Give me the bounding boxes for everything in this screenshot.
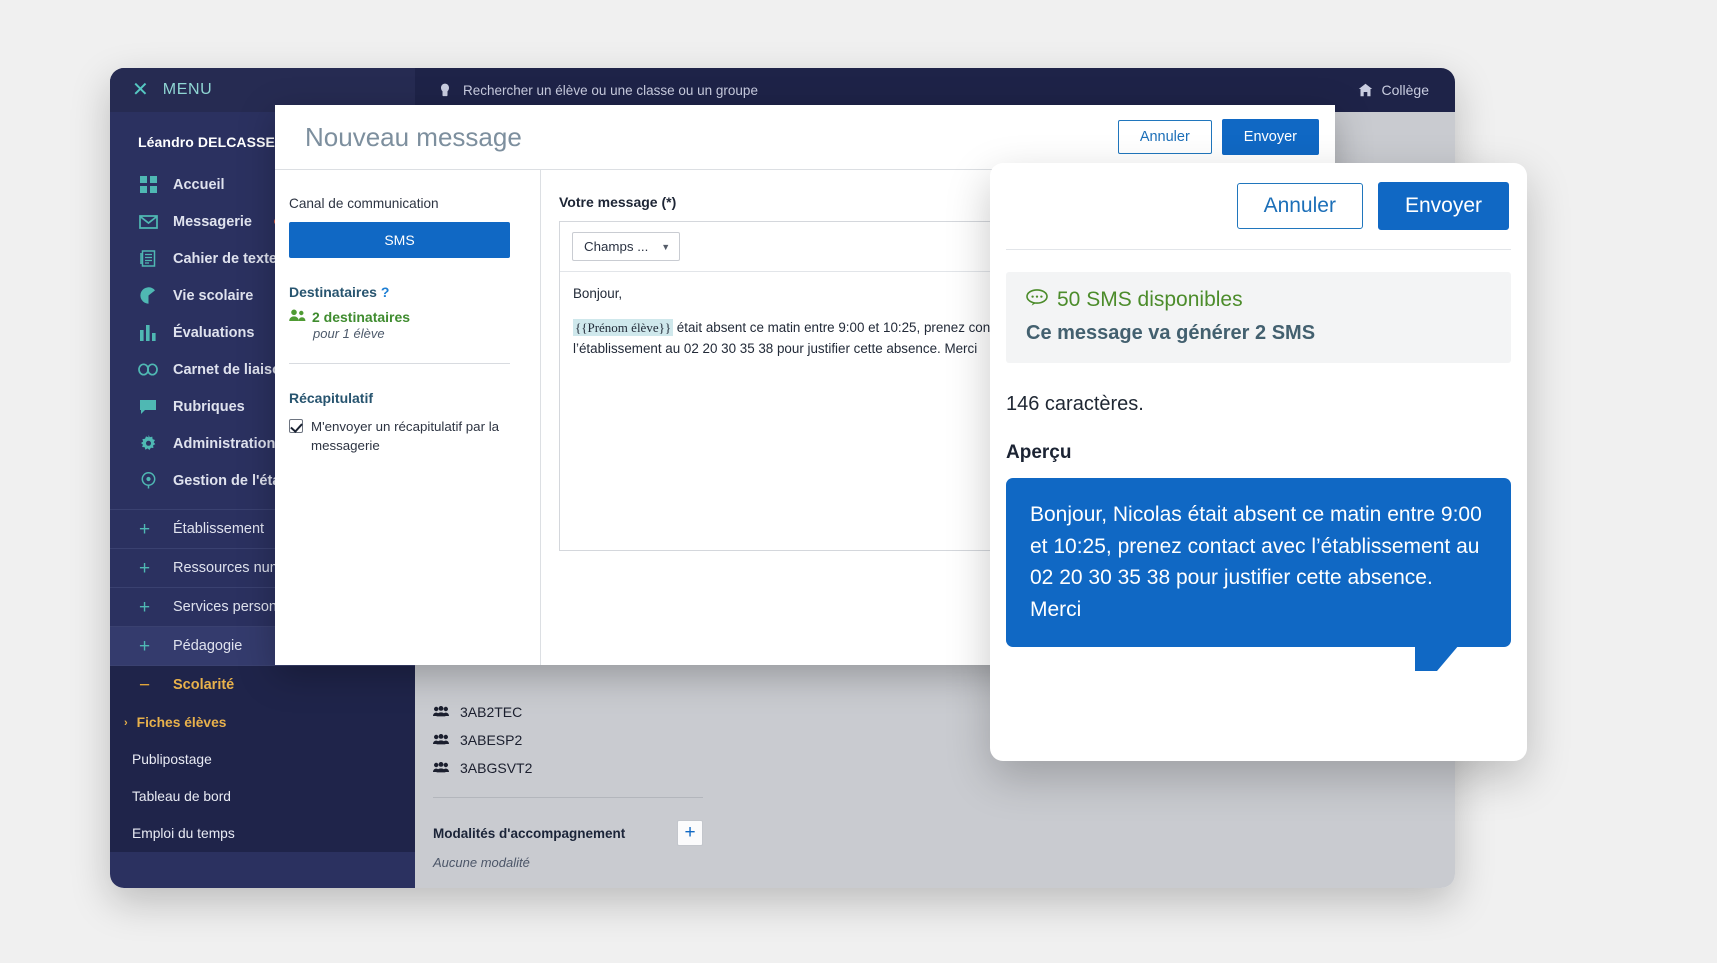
preview-cancel-button[interactable]: Annuler [1236, 183, 1363, 229]
help-icon[interactable]: ? [381, 284, 390, 300]
sidebar-item-label: Évaluations [173, 324, 255, 341]
chevron-down-icon: ▼ [661, 241, 671, 252]
gear-icon [138, 434, 158, 454]
expand-icon: + [138, 596, 151, 618]
divider [289, 363, 510, 364]
expand-icon: + [138, 635, 151, 657]
notebook-icon [138, 249, 158, 269]
collapse-icon: − [138, 674, 151, 696]
target-icon [138, 471, 158, 491]
screen: ✕ MENU Rechercher un élève ou une classe… [0, 0, 1717, 963]
sms-bubble-icon [1026, 288, 1048, 312]
dialog-title: Nouveau message [305, 121, 522, 152]
summary-heading: Récapitulatif [289, 390, 374, 406]
sidebar-item-label: Cahier de textes [173, 250, 286, 267]
sms-generate-text: Ce message va générer 2 SMS [1026, 322, 1316, 344]
bar-chart-icon [138, 323, 158, 343]
preview-heading: Aperçu [1006, 442, 1072, 463]
grid-icon [138, 175, 158, 195]
class-name: 3AB2TEC [460, 703, 523, 720]
cancel-button[interactable]: Annuler [1117, 120, 1212, 154]
channel-sms-button[interactable]: SMS [289, 222, 510, 258]
divider [1006, 249, 1511, 250]
sidebar-group-label: Scolarité [173, 677, 235, 693]
sidebar-item-label: Rubriques [173, 398, 245, 415]
summary-checkbox-row[interactable]: M'envoyer un récapitulatif par la messag… [289, 417, 510, 456]
envelope-icon [138, 212, 158, 232]
establishment-name: Collège [1381, 82, 1429, 98]
people-icon [289, 309, 306, 325]
link-icon [138, 360, 158, 380]
add-modalite-button[interactable]: + [677, 820, 703, 846]
bubble-tail [1415, 645, 1459, 671]
chevron-right-icon: › [124, 716, 128, 729]
summary-checkbox-label: M'envoyer un récapitulatif par la messag… [311, 419, 500, 454]
expand-icon: + [138, 518, 151, 540]
sms-info-box: 50 SMS disponibles Ce message va générer… [1006, 272, 1511, 363]
sms-preview-dialog: Annuler Envoyer 50 SMS disponibles Ce me… [990, 163, 1527, 761]
sidebar-group-scolarite[interactable]: − Scolarité [110, 665, 415, 704]
sidebar-item-label: Vie scolaire [173, 287, 254, 304]
sidebar-group-label: Établissement [173, 521, 265, 537]
home-icon [1358, 83, 1373, 97]
fields-dropdown-label: Champs ... [584, 239, 649, 254]
recipients-heading-text: Destinataires [289, 284, 377, 300]
establishment-selector[interactable]: Collège [1358, 68, 1429, 112]
character-count: 146 caractères. [1006, 393, 1144, 415]
recipients-heading: Destinataires ? [289, 284, 510, 300]
sidebar-item-tableau-de-bord[interactable]: Tableau de bord [110, 778, 415, 815]
divider [433, 797, 703, 798]
fields-dropdown[interactable]: Champs ... ▼ [572, 232, 681, 261]
sidebar-group-label: Pédagogie [173, 638, 243, 654]
group-icon [433, 706, 449, 717]
dialog-left-column: Canal de communication SMS Destinataires… [275, 170, 540, 665]
recipients-count: 2 destinataires [312, 309, 411, 325]
channel-label: Canal de communication [289, 196, 439, 211]
menu-label: MENU [162, 81, 213, 98]
sms-available-text: 50 SMS disponibles [1057, 288, 1243, 311]
sidebar-sub-label: Fiches élèves [136, 715, 227, 730]
sidebar-item-label: Administration [173, 435, 276, 452]
section-empty-text: Aucune modalité [433, 855, 530, 870]
recipients-count-row[interactable]: 2 destinataires [289, 309, 510, 325]
recipients-sub: pour 1 élève [313, 326, 385, 341]
group-icon [433, 762, 449, 773]
sidebar-item-emploi-du-temps[interactable]: Emploi du temps [110, 815, 415, 852]
preview-send-button[interactable]: Envoyer [1377, 182, 1509, 230]
sidebar-item-fiches-eleves[interactable]: › Fiches élèves [110, 704, 415, 741]
group-icon [433, 734, 449, 745]
dialog-header: Nouveau message Annuler Envoyer [275, 105, 1335, 169]
class-name: 3ABESP2 [460, 731, 523, 748]
search-icon [437, 82, 453, 98]
send-button[interactable]: Envoyer [1221, 119, 1319, 155]
sidebar-item-publipostage[interactable]: Publipostage [110, 741, 415, 778]
list-item[interactable]: 3ABESP2 [433, 730, 703, 749]
preview-bubble-wrapper: Bonjour, Nicolas était absent ce matin e… [1006, 478, 1511, 671]
class-name: 3ABGSVT2 [460, 759, 533, 776]
list-item[interactable]: 3AB2TEC [433, 702, 703, 721]
section-title: Modalités d'accompagnement [433, 825, 626, 841]
list-item[interactable]: 3ABGSVT2 [433, 758, 703, 777]
search-placeholder: Rechercher un élève ou une classe ou un … [463, 82, 758, 98]
merge-field-tag: {{Prénom élève}} [573, 319, 674, 337]
expand-icon: + [138, 557, 151, 579]
preview-message-bubble: Bonjour, Nicolas était absent ce matin e… [1006, 478, 1511, 647]
summary-checkbox[interactable] [289, 419, 303, 433]
pac-icon [138, 286, 158, 306]
sidebar-item-label: Messagerie [173, 213, 252, 230]
sms-available-row: 50 SMS disponibles [1026, 288, 1491, 312]
preview-header: Annuler Envoyer [990, 163, 1527, 249]
close-icon[interactable]: ✕ [132, 80, 149, 100]
speech-icon [138, 397, 158, 417]
sidebar-item-label: Carnet de liaison [173, 361, 290, 378]
sidebar-item-label: Accueil [173, 176, 225, 193]
